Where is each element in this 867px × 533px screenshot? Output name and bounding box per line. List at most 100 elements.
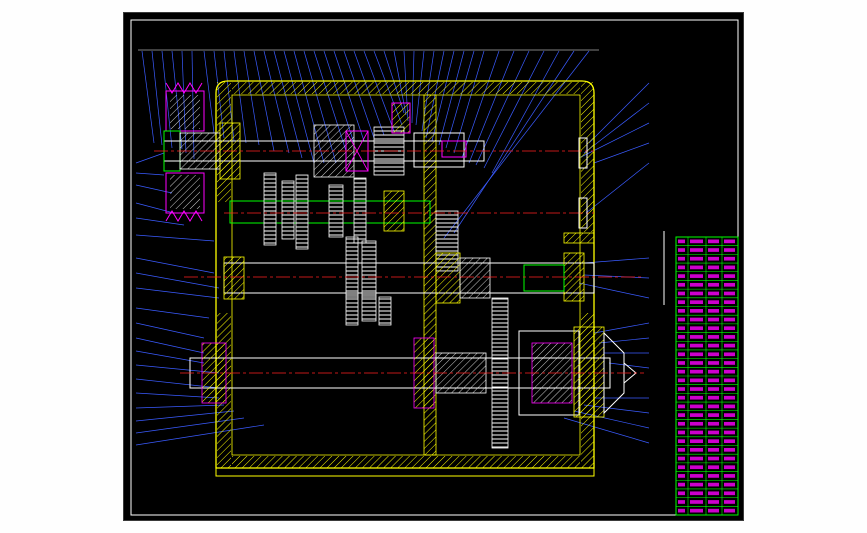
intermediate-shaft-1 (224, 172, 594, 272)
parts-list-cell-mark (708, 456, 719, 461)
parts-list-cell-mark (678, 500, 685, 504)
parts-list-cell-mark (690, 300, 703, 304)
parts-list-cell-mark (678, 387, 685, 391)
parts-list-cell-mark (690, 404, 703, 409)
parts-list-cell-mark (690, 421, 703, 426)
parts-list-cell-mark (724, 343, 735, 348)
parts-list-cell-mark (690, 369, 703, 374)
parts-list-cell-mark (724, 465, 735, 470)
intermediate-shaft-2 (184, 236, 644, 326)
parts-list-cell-mark (678, 448, 685, 452)
parts-list-cell-mark (724, 352, 735, 357)
parts-list-cell-mark (724, 474, 735, 478)
parts-list-cell-mark (678, 369, 685, 374)
parts-list-cell-mark (678, 282, 685, 287)
parts-list-cell-mark (678, 421, 685, 426)
parts-list-cell-mark (708, 335, 719, 339)
parts-list-cell-mark (724, 395, 735, 400)
parts-list-cell-mark (678, 361, 685, 365)
parts-list-cell-mark (690, 508, 703, 513)
parts-list-cell-mark (724, 317, 735, 322)
parts-list-cell-mark (724, 326, 735, 331)
parts-list-cell-mark (678, 274, 685, 278)
parts-list-cell-mark (690, 361, 703, 365)
parts-list-cell-mark (678, 326, 685, 331)
parts-list-cell-mark (708, 256, 719, 261)
parts-list-cell-mark (708, 421, 719, 426)
parts-list-cell-mark (678, 256, 685, 261)
parts-list-cell-mark (690, 448, 703, 452)
parts-list-cell-mark (690, 309, 703, 313)
output-spindle-assembly (180, 297, 644, 449)
housing-inner-wall (231, 94, 581, 456)
parts-list-cell-mark (724, 404, 735, 409)
parts-list-cell-mark (690, 282, 703, 287)
parts-list-cell-mark (690, 482, 703, 487)
parts-list-cell-mark (690, 413, 703, 417)
parts-list-cell-mark (678, 508, 685, 513)
parts-list-cell-mark (678, 378, 685, 383)
parts-list-cell-mark (724, 413, 735, 417)
parts-list-cell-mark (724, 378, 735, 383)
parts-list-cell-mark (724, 335, 735, 339)
parts-list-cell-mark (724, 387, 735, 391)
drawing-sheet (123, 12, 744, 521)
parts-list-cell-mark (678, 430, 685, 435)
parts-list-cell-mark (690, 256, 703, 261)
parts-list-cell-mark (724, 448, 735, 452)
parts-list-cell-mark (724, 309, 735, 313)
parts-list-table (675, 236, 739, 516)
parts-list-cell-mark (724, 491, 735, 496)
parts-list-cell-mark (724, 291, 735, 296)
parts-list-cell-mark (724, 248, 735, 252)
parts-list-cell-mark (708, 474, 719, 478)
parts-list-cell-mark (678, 309, 685, 313)
parts-list-cell-mark (708, 369, 719, 374)
parts-list-cell-mark (708, 300, 719, 304)
parts-list-cell-mark (708, 361, 719, 365)
parts-list-cell-mark (678, 265, 685, 270)
parts-list-cell-mark (724, 482, 735, 487)
parts-list-cell-mark (724, 265, 735, 270)
parts-list-cell-mark (708, 508, 719, 513)
parts-list-cell-mark (678, 300, 685, 304)
parts-list-cell-mark (690, 326, 703, 331)
parts-list-cell-mark (678, 395, 685, 400)
parts-list-cell-mark (678, 335, 685, 339)
parts-list-cell-mark (708, 413, 719, 417)
parts-list-cell-mark (690, 248, 703, 252)
housing-outer-wall (215, 80, 595, 469)
parts-list-cell-mark (678, 239, 685, 244)
parts-list-cell-mark (708, 343, 719, 348)
parts-list-cell-mark (690, 343, 703, 348)
parts-list-cell-mark (708, 291, 719, 296)
parts-list-cell-mark (678, 456, 685, 461)
parts-list-cell-mark (724, 508, 735, 513)
parts-list-cell-mark (708, 491, 719, 496)
parts-list-cell-mark (678, 474, 685, 478)
drawing-viewer (0, 0, 867, 533)
parts-list-cell-mark (690, 395, 703, 400)
parts-list-cell-mark (724, 500, 735, 504)
parts-list-cell-mark (708, 448, 719, 452)
housing-base (215, 467, 595, 477)
parts-list-cell-mark (708, 378, 719, 383)
parts-list-cell-mark (708, 309, 719, 313)
parts-list-cell-mark (678, 482, 685, 487)
parts-list-cell-mark (678, 343, 685, 348)
parts-list-cell-mark (690, 335, 703, 339)
parts-list-cell-mark (690, 239, 703, 244)
gearbox-assembly-drawing (130, 19, 739, 516)
parts-list-cell-mark (708, 465, 719, 470)
parts-list-cell-mark (690, 430, 703, 435)
parts-list-cell-mark (708, 500, 719, 504)
parts-list-cell-mark (690, 274, 703, 278)
parts-list-cell-mark (690, 291, 703, 296)
parts-list-cell-mark (724, 369, 735, 374)
parts-list-cell-mark (724, 282, 735, 287)
parts-list-cell-mark (708, 439, 719, 443)
parts-list-cell-mark (724, 256, 735, 261)
parts-list-cell-mark (724, 456, 735, 461)
parts-list-cell-mark (678, 404, 685, 409)
parts-list-cell-mark (724, 239, 735, 244)
